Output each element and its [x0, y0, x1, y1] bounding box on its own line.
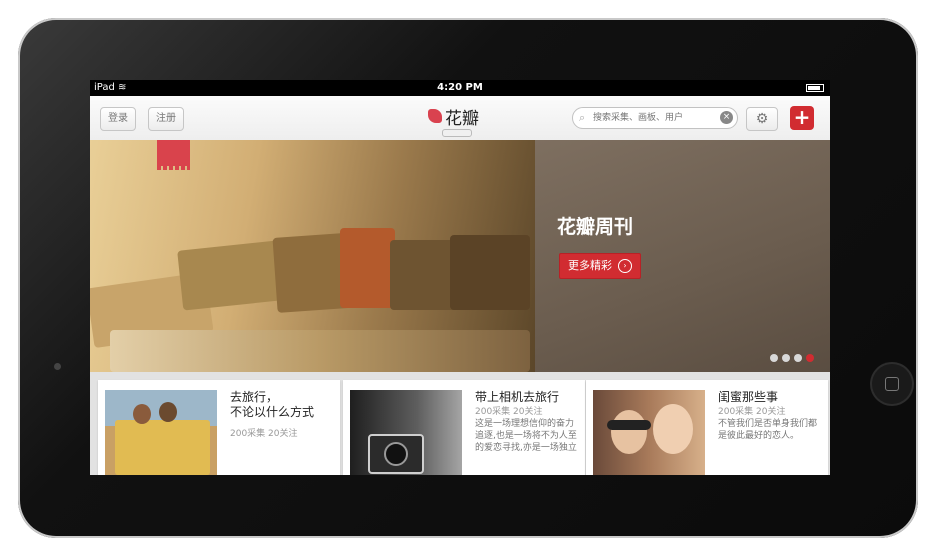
gear-icon: ⚙ — [755, 111, 769, 127]
board-card[interactable]: 去旅行， 不论以什么方式 200采集 20关注 — [98, 380, 340, 475]
card-thumbnail — [105, 390, 217, 475]
register-button[interactable]: 注册 — [148, 107, 184, 131]
more-button-label: 更多精彩 — [568, 259, 612, 272]
card-title: 带上相机去旅行 — [475, 390, 560, 404]
hero-image — [90, 140, 535, 372]
add-button[interactable]: + — [790, 106, 814, 130]
battery-icon — [806, 84, 824, 92]
card-thumbnail — [350, 390, 462, 475]
card-description: 这是一场理想信仰的奋力追逐,也是一场将不为人至的爱恋寻找,亦是一场独立自我的灵魂… — [475, 419, 577, 453]
carousel-pager — [770, 354, 814, 362]
thumb-sunglasses — [607, 420, 651, 430]
status-bar: iPad ≋ 4:20 PM — [90, 80, 830, 96]
pager-dot[interactable] — [770, 354, 778, 362]
search-icon: ⌕ — [579, 111, 586, 124]
logo-mark-icon — [428, 109, 442, 123]
search-input[interactable] — [593, 110, 711, 125]
top-toolbar: 登录 注册 花瓣 ⌕ × ⚙ + — [90, 96, 830, 141]
card-thumbnail — [593, 390, 705, 475]
card-meta: 200采集 20关注 — [230, 429, 298, 439]
thumb-face — [611, 410, 647, 454]
board-card[interactable]: 带上相机去旅行 200采集 20关注 这是一场理想信仰的奋力追逐,也是一场将不为… — [343, 380, 585, 475]
pulldown-handle[interactable] — [442, 129, 472, 137]
hero-book — [450, 235, 530, 310]
pager-dot[interactable] — [794, 354, 802, 362]
chevron-right-icon: › — [618, 259, 632, 273]
more-button[interactable]: 更多精彩 › — [559, 253, 641, 279]
login-button[interactable]: 登录 — [100, 107, 136, 131]
thumb-lens — [384, 442, 408, 466]
thumb-person — [133, 404, 151, 424]
bookmark-ribbon-icon — [157, 140, 190, 170]
board-cards: 去旅行， 不论以什么方式 200采集 20关注 带上相机去旅行 200采集 20… — [90, 372, 830, 475]
app-screen: iPad ≋ 4:20 PM 登录 注册 花瓣 ⌕ × ⚙ + — [90, 80, 830, 475]
card-title: 去旅行， 不论以什么方式 — [230, 390, 315, 419]
home-button[interactable] — [872, 364, 912, 404]
thumb-bus — [115, 420, 210, 475]
card-title: 闺蜜那些事 — [718, 390, 779, 404]
status-time: 4:20 PM — [437, 82, 483, 93]
hero-banner[interactable]: 花瓣周刊 更多精彩 › — [90, 140, 830, 372]
hero-title: 花瓣周刊 — [557, 216, 634, 238]
hero-book — [340, 228, 395, 308]
hero-pages — [110, 330, 530, 372]
logo-text: 花瓣 — [445, 108, 479, 129]
logo[interactable]: 花瓣 — [428, 104, 479, 129]
settings-button[interactable]: ⚙ — [746, 107, 778, 131]
search-box[interactable]: ⌕ × — [572, 107, 738, 129]
board-card[interactable]: 闺蜜那些事 200采集 20关注 不管我们是否单身我们都是彼此最好的恋人。 — [586, 380, 828, 475]
pager-dot[interactable] — [782, 354, 790, 362]
card-meta: 200采集 20关注 — [475, 407, 543, 417]
thumb-person — [159, 402, 177, 422]
clear-icon[interactable]: × — [720, 111, 733, 124]
card-meta: 200采集 20关注 — [718, 407, 786, 417]
card-description: 不管我们是否单身我们都是彼此最好的恋人。 — [718, 419, 818, 441]
thumb-face — [653, 404, 693, 454]
pager-dot-active[interactable] — [806, 354, 814, 362]
camera-icon — [54, 363, 61, 370]
